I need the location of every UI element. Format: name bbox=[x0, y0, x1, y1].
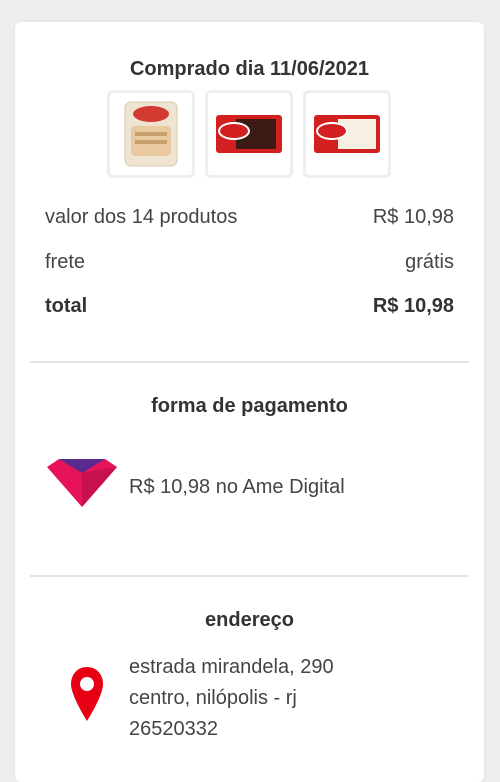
product-thumb-kitkat-dark[interactable] bbox=[205, 90, 293, 178]
order-date-title: Comprado dia 11/06/2021 bbox=[129, 58, 369, 80]
ame-digital-icon bbox=[47, 459, 117, 507]
total-label: total bbox=[45, 295, 88, 317]
products-value-label: valor dos 14 produtos bbox=[45, 206, 238, 228]
product-thumb-bread[interactable] bbox=[107, 90, 195, 178]
order-details-card: Comprado dia 11/06/2021 valor dos 14 pro… bbox=[15, 22, 484, 782]
address-lines: estrada mirandela, 290 centro, nilópolis… bbox=[129, 652, 334, 745]
shipping-value: grátis bbox=[405, 251, 454, 273]
divider bbox=[30, 575, 469, 577]
product-thumb-kitkat-white[interactable] bbox=[303, 90, 391, 178]
payment-description: R$ 10,98 no Ame Digital bbox=[129, 476, 345, 498]
payment-section-title: forma de pagamento bbox=[151, 395, 348, 417]
bread-package-icon bbox=[124, 101, 178, 167]
shipping-row: frete grátis bbox=[45, 251, 454, 274]
address-section-title: endereço bbox=[205, 609, 294, 631]
shipping-label: frete bbox=[45, 251, 86, 273]
total-value: R$ 10,98 bbox=[372, 295, 454, 317]
address-line-street: estrada mirandela, 290 bbox=[129, 656, 334, 678]
total-row: total R$ 10,98 bbox=[45, 295, 454, 318]
location-pin-icon bbox=[71, 667, 103, 721]
product-thumbnails bbox=[107, 90, 391, 178]
products-value-row: valor dos 14 produtos R$ 10,98 bbox=[45, 206, 454, 229]
kitkat-white-icon bbox=[314, 115, 380, 153]
kitkat-dark-icon bbox=[216, 115, 282, 153]
products-value-amount: R$ 10,98 bbox=[372, 206, 454, 228]
divider bbox=[30, 361, 469, 363]
address-line-zip: 26520332 bbox=[129, 718, 218, 740]
address-line-city: centro, nilópolis - rj bbox=[129, 687, 297, 709]
